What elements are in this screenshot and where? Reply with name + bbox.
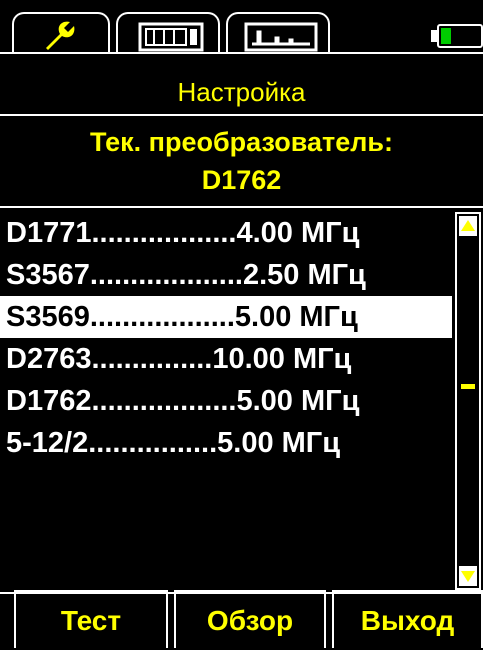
list-item-selected[interactable]: S3569..................5.00 МГц: [0, 296, 452, 338]
exit-button[interactable]: Выход: [332, 590, 483, 648]
list-item[interactable]: D1762..................5.00 МГц: [0, 380, 452, 422]
list-item[interactable]: D1771..................4.00 МГц: [0, 212, 452, 254]
list-item[interactable]: S3567...................2.50 МГц: [0, 254, 452, 296]
transducer-list[interactable]: D1771..................4.00 МГц S3567...…: [0, 212, 452, 590]
tab-baseline: [0, 52, 483, 54]
battery-icon: [437, 24, 483, 48]
scroll-up-button[interactable]: [459, 216, 477, 236]
current-transducer-label: Тек. преобразователь:: [90, 127, 393, 157]
title-divider: [0, 114, 483, 116]
browse-button[interactable]: Обзор: [174, 590, 326, 648]
scroll-down-button[interactable]: [459, 566, 477, 586]
tab-scan[interactable]: [226, 12, 330, 52]
list-item[interactable]: 5-12/2................5.00 МГц: [0, 422, 452, 464]
test-button[interactable]: Тест: [14, 590, 168, 648]
current-transducer-value: D1762: [201, 165, 282, 195]
tab-settings[interactable]: [12, 12, 110, 52]
battery-level: [441, 28, 451, 44]
chevron-up-icon: [461, 220, 475, 231]
numeric-display-icon: [138, 22, 204, 52]
waveform-icon: [244, 22, 318, 52]
page-title: Настройка: [177, 77, 306, 107]
header-divider: [0, 206, 483, 208]
chevron-down-icon: [461, 571, 475, 582]
wrench-icon: [46, 21, 75, 50]
scrollbar[interactable]: [455, 212, 481, 590]
tab-numeric[interactable]: [116, 12, 220, 52]
battery-terminal: [431, 30, 437, 42]
scroll-thumb[interactable]: [461, 384, 475, 389]
list-item[interactable]: D2763...............10.00 МГц: [0, 338, 452, 380]
